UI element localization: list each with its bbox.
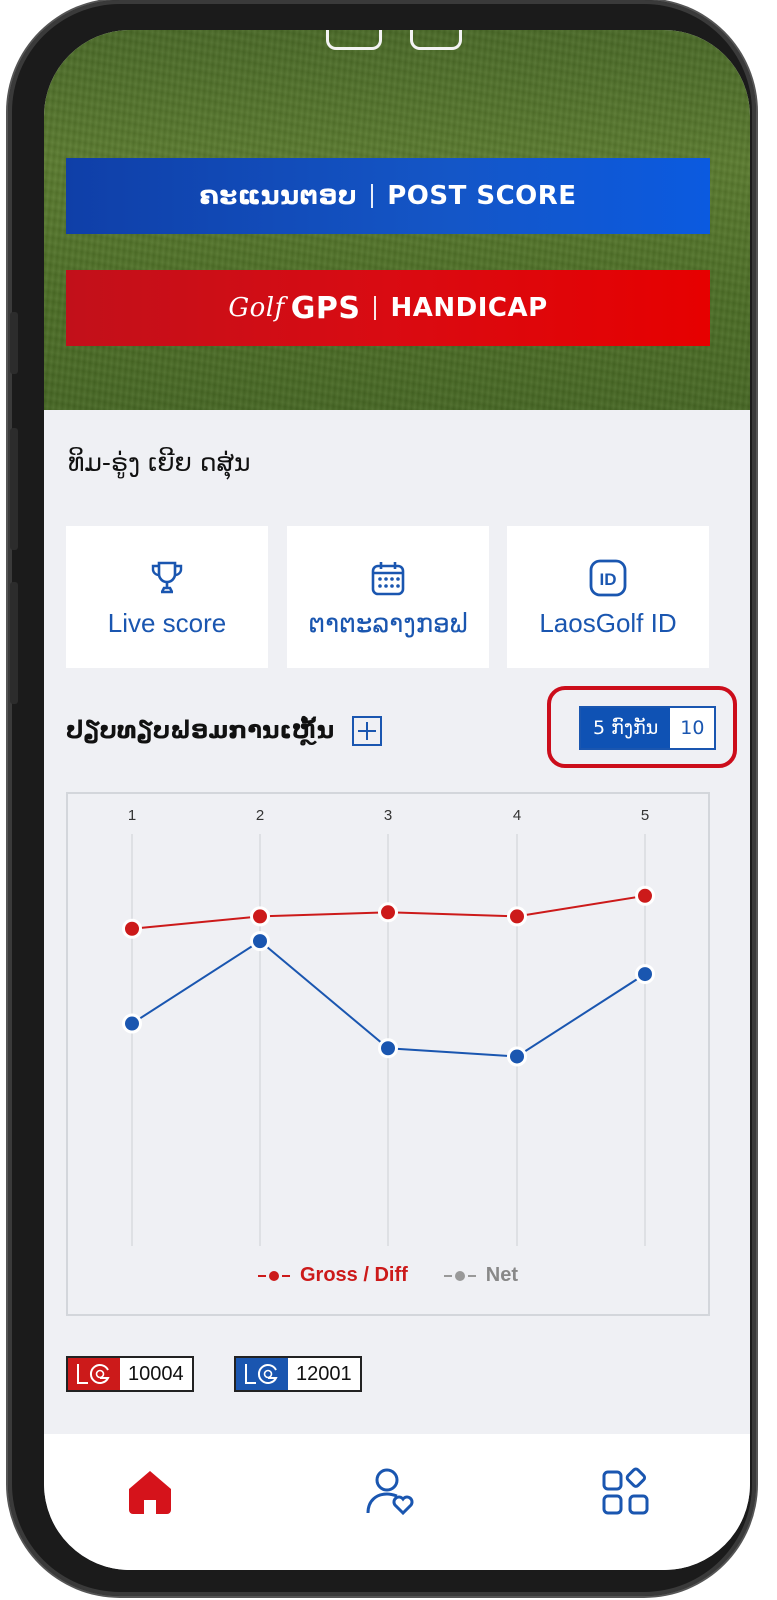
profile-heart-icon: [366, 1468, 414, 1516]
chart-point-gross: [635, 885, 655, 906]
trophy-icon: [147, 556, 187, 600]
header-icon-right[interactable]: [410, 30, 462, 50]
chart-point-net: [378, 1038, 398, 1059]
legend-net-label: Net: [485, 1264, 519, 1286]
laosgolf-id-card[interactable]: ID LaosGolf ID: [507, 526, 709, 668]
svg-text:ID: ID: [600, 570, 617, 589]
form-comparison-title: ປຽບທຽບຟອມການເຫຼັ້ນ: [66, 716, 335, 744]
performance-chart: 1 2 3 4 5 Gross / Diff Net: [66, 792, 710, 1316]
id-icon: ID: [588, 556, 628, 600]
chart-x-tick-label: 2: [256, 807, 264, 824]
apps-grid-icon: [602, 1467, 649, 1515]
legend-net[interactable]: Net: [443, 1264, 519, 1287]
handicap-label: HANDICAP: [390, 293, 548, 323]
chart-point-net: [250, 931, 270, 952]
chart-x-tick-label: 4: [513, 807, 521, 824]
chart-point-gross: [507, 906, 527, 927]
range-option-10[interactable]: 10: [670, 708, 714, 748]
golf-gps-handicap-button[interactable]: Golf GPS HANDICAP: [66, 270, 710, 346]
chart-point-net: [635, 964, 655, 985]
legend-gross[interactable]: Gross / Diff: [257, 1264, 408, 1287]
mute-switch: [10, 312, 18, 374]
banner-separator: [371, 184, 374, 208]
app-screen: ຄະແນນຕອບ POST SCORE Golf GPS HANDICAP ທິ…: [44, 30, 750, 1570]
legend-gross-label: Gross / Diff: [299, 1264, 408, 1286]
add-comparison-button[interactable]: [352, 716, 382, 746]
chart-x-tick-label: 5: [641, 807, 649, 824]
chart-x-tick-label: 3: [384, 807, 392, 824]
golf-schedule-label: ຕາຕະລາງກອຟ: [308, 607, 468, 638]
chart-legend: Gross / Diff Net: [68, 1264, 708, 1287]
chart-point-gross: [378, 902, 398, 923]
volume-up-button: [10, 428, 18, 550]
post-score-label: POST SCORE: [387, 181, 577, 211]
chart-point-gross: [122, 918, 142, 939]
post-score-button[interactable]: ຄະແນນຕອບ POST SCORE: [66, 158, 710, 234]
badge-number: 10004: [128, 1362, 184, 1385]
golf-script-logo: Golf: [228, 293, 285, 323]
golf-schedule-card[interactable]: ຕາຕະລາງກອຟ: [287, 526, 489, 668]
user-greeting: ທິມ-ຣູ່ງ ເຍີຍ ດສຸ່ນ: [68, 448, 251, 477]
chart-point-gross: [250, 906, 270, 927]
range-option-5[interactable]: 5 ກົງກັນ: [581, 708, 671, 748]
chart-point-net: [122, 1013, 142, 1034]
bottom-navigation: [44, 1434, 750, 1570]
calendar-icon: [368, 556, 408, 600]
chart-x-tick-label: 1: [128, 807, 136, 824]
laosgolf-logo-icon: [68, 1358, 120, 1390]
laosgolf-id-label: LaosGolf ID: [539, 607, 677, 638]
plus-icon: [358, 722, 376, 740]
badge-10004[interactable]: 10004: [66, 1356, 194, 1392]
header-icon-left[interactable]: [326, 30, 382, 50]
laosgolf-logo-icon: [236, 1358, 288, 1390]
nav-home[interactable]: [120, 1462, 180, 1522]
legend-net-marker: [443, 1270, 476, 1281]
live-score-label: Live score: [107, 607, 227, 638]
round-range-toggle[interactable]: 5 ກົງກັນ 10: [579, 706, 717, 750]
phone-frame: ຄະແນນຕອບ POST SCORE Golf GPS HANDICAP ທິ…: [8, 0, 756, 1596]
home-icon: [129, 1471, 171, 1514]
nav-apps[interactable]: [596, 1462, 656, 1522]
gps-label: GPS: [290, 290, 361, 326]
badge-12001[interactable]: 12001: [234, 1356, 362, 1392]
badge-number: 12001: [296, 1362, 352, 1385]
post-score-lao-label: ຄະແນນຕອບ: [199, 181, 358, 211]
legend-gross-marker: [257, 1270, 290, 1281]
banner-separator: [374, 296, 377, 320]
hero-banner-area: ຄະແນນຕອບ POST SCORE Golf GPS HANDICAP: [44, 30, 750, 410]
live-score-card[interactable]: Live score: [66, 526, 268, 668]
volume-down-button: [10, 582, 18, 704]
chart-plot: 1 2 3 4 5: [122, 807, 655, 1246]
nav-profile[interactable]: [360, 1462, 420, 1522]
chart-point-net: [507, 1046, 527, 1067]
